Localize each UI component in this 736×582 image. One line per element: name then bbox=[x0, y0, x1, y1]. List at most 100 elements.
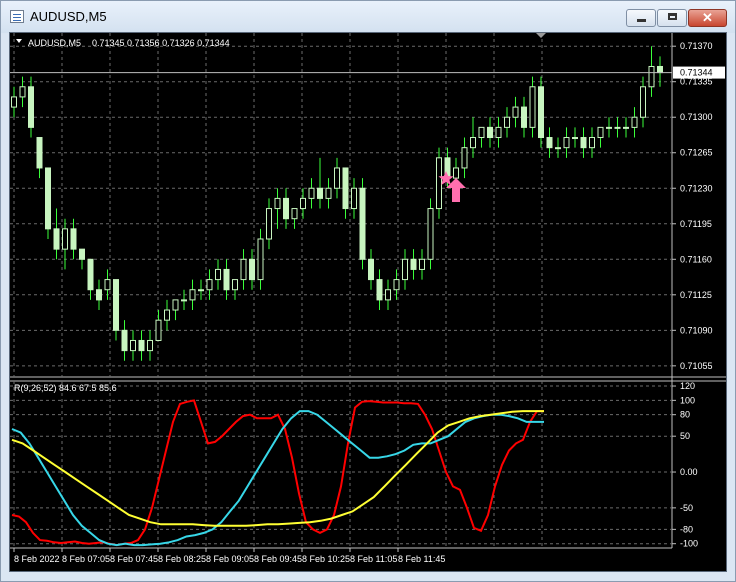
indicator-tick-label: 100 bbox=[680, 395, 695, 405]
chart-window: AUDUSD,M5 ✕ 0.71370 0.71335 0.71300 0.71265… bbox=[0, 0, 736, 582]
bullish-candle bbox=[529, 86, 536, 128]
bullish-candle bbox=[453, 167, 459, 179]
price-tick-label: 0.71090 bbox=[680, 325, 713, 335]
time-tick-label: 8 Feb 07:45 bbox=[110, 554, 158, 564]
bullish-candle bbox=[215, 268, 221, 281]
bearish-candle bbox=[87, 258, 94, 291]
chart-area[interactable]: 0.71370 0.71335 0.71300 0.71265 0.71230 0.711… bbox=[9, 32, 727, 572]
bullish-candle bbox=[385, 289, 391, 301]
chart-shift-icon[interactable] bbox=[536, 33, 546, 38]
bullish-candle bbox=[274, 197, 281, 210]
price-tick-label: 0.71195 bbox=[680, 219, 712, 229]
bullish-candle bbox=[232, 279, 238, 291]
bullish-candle bbox=[198, 289, 204, 292]
indicator-header: R(9,26,52) 84.6 67.5 85.6 bbox=[14, 383, 117, 393]
current-price-label: 0.71344 bbox=[680, 68, 713, 78]
bullish-candle bbox=[572, 137, 578, 140]
maximize-button[interactable] bbox=[657, 9, 687, 27]
indicator-tick-label: -50 bbox=[680, 503, 693, 513]
title-bar[interactable]: AUDUSD,M5 ✕ bbox=[1, 1, 735, 33]
time-tick-label: 8 Feb 11:45 bbox=[398, 554, 445, 564]
bullish-candle bbox=[189, 289, 196, 301]
indicator-line-2 bbox=[11, 410, 544, 527]
collapse-arrow-icon[interactable] bbox=[16, 39, 22, 43]
minimize-icon bbox=[636, 19, 646, 22]
bullish-candle bbox=[62, 228, 68, 250]
bullish-candle bbox=[436, 157, 442, 210]
bearish-candle bbox=[521, 106, 527, 128]
bullish-candle bbox=[614, 126, 621, 129]
bullish-candle bbox=[402, 258, 408, 281]
bullish-candle bbox=[155, 319, 162, 341]
time-tick-label: 8 Feb 07:05 bbox=[62, 554, 110, 564]
indicator-tick-label: 120 bbox=[680, 381, 695, 391]
bearish-candle bbox=[317, 187, 323, 199]
bullish-candle bbox=[631, 116, 638, 128]
chart-header-symbol: AUDUSD,M5 bbox=[28, 38, 81, 48]
time-tick-label: 8 Feb 08:25 bbox=[158, 554, 206, 564]
bullish-candle bbox=[257, 238, 264, 281]
bearish-candle bbox=[368, 258, 374, 281]
bullish-candle bbox=[504, 116, 510, 128]
bullish-candle bbox=[19, 86, 26, 98]
maximize-icon bbox=[667, 13, 677, 20]
bullish-candle bbox=[478, 126, 485, 139]
bullish-candle bbox=[11, 96, 17, 108]
bullish-candle bbox=[419, 258, 425, 270]
bullish-candle bbox=[147, 339, 153, 352]
bearish-candle bbox=[113, 279, 119, 331]
bearish-candle bbox=[45, 167, 51, 230]
price-tick-label: 0.71125 bbox=[680, 290, 712, 300]
indicator-tick-label: 50 bbox=[680, 431, 690, 441]
minimize-button[interactable] bbox=[626, 9, 656, 27]
bullish-candle bbox=[461, 147, 468, 169]
bullish-candle bbox=[308, 187, 315, 199]
bullish-candle bbox=[240, 258, 247, 281]
bearish-candle bbox=[70, 228, 77, 250]
bullish-candle bbox=[206, 279, 213, 291]
time-tick-label: 8 Feb 09:05 bbox=[206, 554, 254, 564]
time-tick-label: 8 Feb 10:25 bbox=[302, 554, 350, 564]
bearish-candle bbox=[36, 137, 43, 169]
chart-canvas[interactable]: 0.713700.713350.713000.712650.712300.711… bbox=[10, 33, 726, 571]
bearish-candle bbox=[121, 329, 128, 352]
price-tick-label: 0.71300 bbox=[680, 112, 713, 122]
bearish-candle bbox=[376, 279, 383, 301]
bullish-candle bbox=[393, 279, 400, 291]
close-button[interactable]: ✕ bbox=[688, 9, 727, 27]
bullish-candle bbox=[351, 187, 357, 210]
bearish-candle bbox=[249, 258, 255, 281]
bullish-candle bbox=[334, 167, 340, 189]
indicator-tick-label: 80 bbox=[680, 410, 690, 420]
chart-window-icon bbox=[10, 10, 24, 23]
time-tick-label: 8 Feb 2022 bbox=[14, 554, 60, 564]
bearish-candle bbox=[28, 86, 34, 128]
price-tick-label: 0.71055 bbox=[680, 361, 713, 371]
bullish-candle bbox=[623, 126, 629, 129]
bearish-candle bbox=[487, 126, 493, 139]
bullish-candle bbox=[563, 137, 570, 149]
bullish-candle bbox=[325, 187, 332, 199]
bearish-candle bbox=[538, 86, 544, 139]
bullish-candle bbox=[172, 299, 179, 311]
bullish-candle bbox=[266, 208, 272, 240]
bullish-candle bbox=[104, 279, 111, 291]
bearish-candle bbox=[342, 167, 349, 210]
bearish-candle bbox=[96, 289, 102, 301]
bullish-candle bbox=[291, 208, 298, 220]
price-tick-label: 0.71160 bbox=[680, 254, 712, 264]
indicator-tick-label: 0.00 bbox=[680, 467, 698, 477]
bearish-candle bbox=[79, 248, 85, 260]
bullish-candle bbox=[470, 137, 476, 149]
bearish-candle bbox=[546, 137, 553, 149]
indicator-tick-label: -80 bbox=[680, 524, 693, 534]
bearish-candle bbox=[283, 197, 289, 220]
price-tick-label: 0.71230 bbox=[680, 183, 713, 193]
bullish-candle bbox=[427, 208, 434, 260]
bullish-candle bbox=[512, 106, 519, 118]
price-tick-label: 0.71370 bbox=[680, 41, 713, 51]
bullish-candle bbox=[597, 126, 604, 139]
bearish-candle bbox=[657, 65, 663, 74]
time-tick-label: 8 Feb 09:45 bbox=[254, 554, 302, 564]
bearish-candle bbox=[410, 258, 417, 270]
